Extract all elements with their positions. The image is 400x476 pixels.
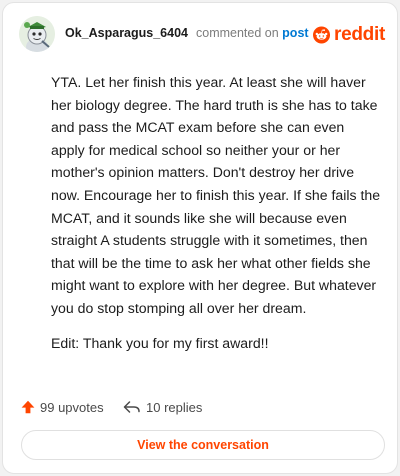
comment-paragraph: YTA. Let her finish this year. At least …	[51, 74, 381, 316]
replies-stat[interactable]: 10 replies	[123, 396, 202, 418]
reply-arrow-icon	[123, 401, 140, 413]
comment-header: Ok_Asparagus_6404 commented on post redd…	[3, 3, 397, 63]
reddit-logo[interactable]: reddit	[313, 21, 385, 49]
replies-count: 10 replies	[146, 399, 203, 415]
comment-stats: 99 upvotes 10 replies	[21, 396, 381, 418]
comment-paragraph: Edit: Thank you for my first award!!	[51, 334, 269, 351]
comment-card: Ok_Asparagus_6404 commented on post redd…	[2, 2, 398, 474]
avatar[interactable]	[19, 16, 55, 52]
reddit-wordmark: reddit	[334, 24, 385, 45]
comment-body: YTA. Let her finish this year. At least …	[51, 71, 381, 366]
view-conversation-button[interactable]: View the conversation	[21, 430, 385, 460]
commented-on-label: commented on	[196, 26, 279, 40]
post-link[interactable]: post	[282, 26, 308, 40]
username-link[interactable]: Ok_Asparagus_6404	[65, 26, 188, 40]
upvote-arrow-icon	[21, 400, 35, 414]
avatar-snoo-icon	[19, 16, 55, 52]
upvotes-count: 99 upvotes	[40, 399, 104, 415]
upvotes-stat[interactable]: 99 upvotes	[21, 396, 104, 418]
comment-meta: commented on post	[196, 26, 309, 40]
reddit-snoo-icon	[313, 26, 331, 44]
